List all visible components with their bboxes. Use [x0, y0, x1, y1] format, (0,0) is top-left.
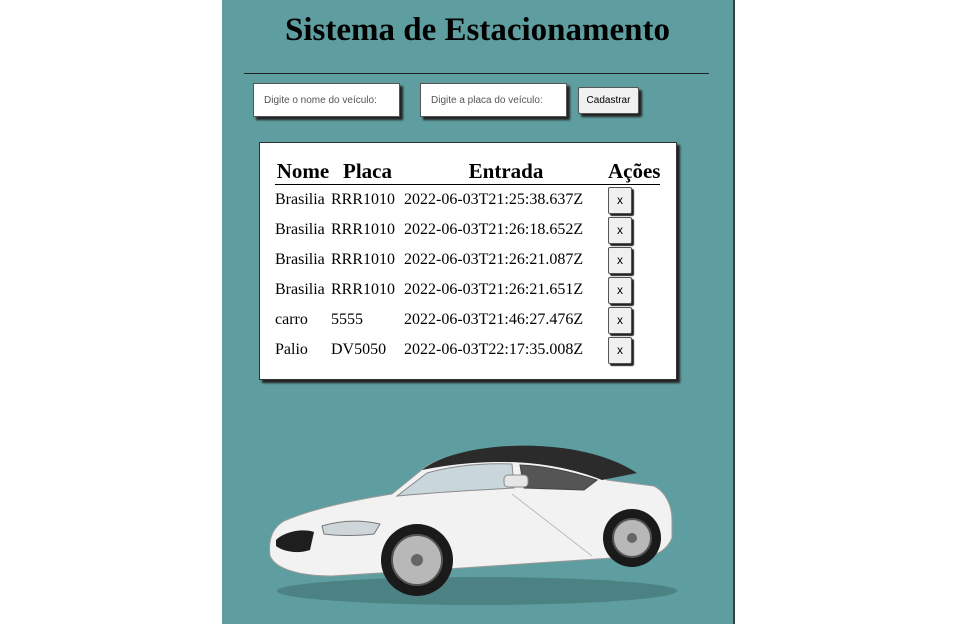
cell-acoes: x — [608, 185, 660, 216]
cell-nome: Brasilia — [275, 281, 325, 298]
cell-acoes: x — [608, 335, 660, 365]
rear-wheel-hub — [627, 533, 637, 543]
car-image — [269, 445, 677, 605]
cell-entrada: 2022-06-03T21:26:21.651Z — [404, 281, 584, 298]
delete-button[interactable]: x — [608, 216, 632, 244]
cell-acoes: x — [608, 275, 660, 305]
cell-entrada: 2022-06-03T21:26:21.087Z — [404, 251, 584, 268]
delete-button[interactable]: x — [608, 336, 632, 364]
cell-nome: Palio — [275, 341, 308, 358]
header-nome: Nome — [275, 158, 331, 185]
cell-nome: Brasilia — [275, 251, 325, 268]
delete-button[interactable]: x — [608, 186, 632, 214]
cell-nome: Brasilia — [275, 191, 325, 208]
main-panel: Sistema de Estacionamento Cadastrar Nome… — [222, 0, 733, 624]
cell-placa: RRR1010 — [331, 251, 396, 268]
table-row: Brasilia RRR1010 2022-06-03T21:26:21.651… — [275, 275, 660, 305]
page-title: Sistema de Estacionamento — [285, 12, 670, 48]
cell-nome: Brasilia — [275, 221, 325, 238]
delete-button[interactable]: x — [608, 276, 632, 304]
cell-entrada: 2022-06-03T22:17:35.008Z — [404, 341, 584, 358]
table-row: Palio DV5050 2022-06-03T22:17:35.008Z x — [275, 335, 660, 365]
vehicles-table: Nome Placa Entrada Ações Brasilia RRR101… — [275, 158, 661, 365]
header-entrada: Entrada — [404, 158, 608, 185]
table-header-row: Nome Placa Entrada Ações — [275, 158, 661, 185]
cell-acoes: x — [608, 305, 660, 335]
cell-entrada: 2022-06-03T21:46:27.476Z — [404, 311, 584, 328]
header-placa: Placa — [331, 158, 404, 185]
cell-placa: DV5050 — [331, 341, 387, 358]
cadastrar-button[interactable]: Cadastrar — [578, 87, 639, 114]
table-row: carro 5555 2022-06-03T21:46:27.476Z x — [275, 305, 660, 335]
car-mirror — [503, 474, 529, 488]
delete-button[interactable]: x — [608, 246, 632, 274]
cell-entrada: 2022-06-03T21:25:38.637Z — [404, 191, 584, 208]
cell-acoes: x — [608, 245, 660, 275]
vehicle-plate-input[interactable] — [420, 83, 567, 117]
header-acoes: Ações — [608, 158, 661, 185]
title-divider — [244, 73, 709, 74]
table-row: Brasilia RRR1010 2022-06-03T21:26:21.087… — [275, 245, 660, 275]
table-row: Brasilia RRR1010 2022-06-03T21:25:38.637… — [275, 185, 660, 216]
cell-placa: RRR1010 — [331, 281, 396, 298]
cell-nome: carro — [275, 311, 308, 328]
front-wheel-hub — [411, 554, 423, 566]
cell-acoes: x — [608, 215, 660, 245]
vehicle-name-input[interactable] — [253, 83, 400, 117]
cell-placa: 5555 — [331, 311, 363, 328]
car-shadow — [277, 577, 677, 605]
cell-entrada: 2022-06-03T21:26:18.652Z — [404, 221, 584, 238]
vehicles-table-container: Nome Placa Entrada Ações Brasilia RRR101… — [259, 142, 677, 380]
car-headlight — [321, 520, 381, 536]
delete-button[interactable]: x — [608, 306, 632, 334]
cell-placa: RRR1010 — [331, 191, 396, 208]
table-row: Brasilia RRR1010 2022-06-03T21:26:18.652… — [275, 215, 660, 245]
cell-placa: RRR1010 — [331, 221, 396, 238]
